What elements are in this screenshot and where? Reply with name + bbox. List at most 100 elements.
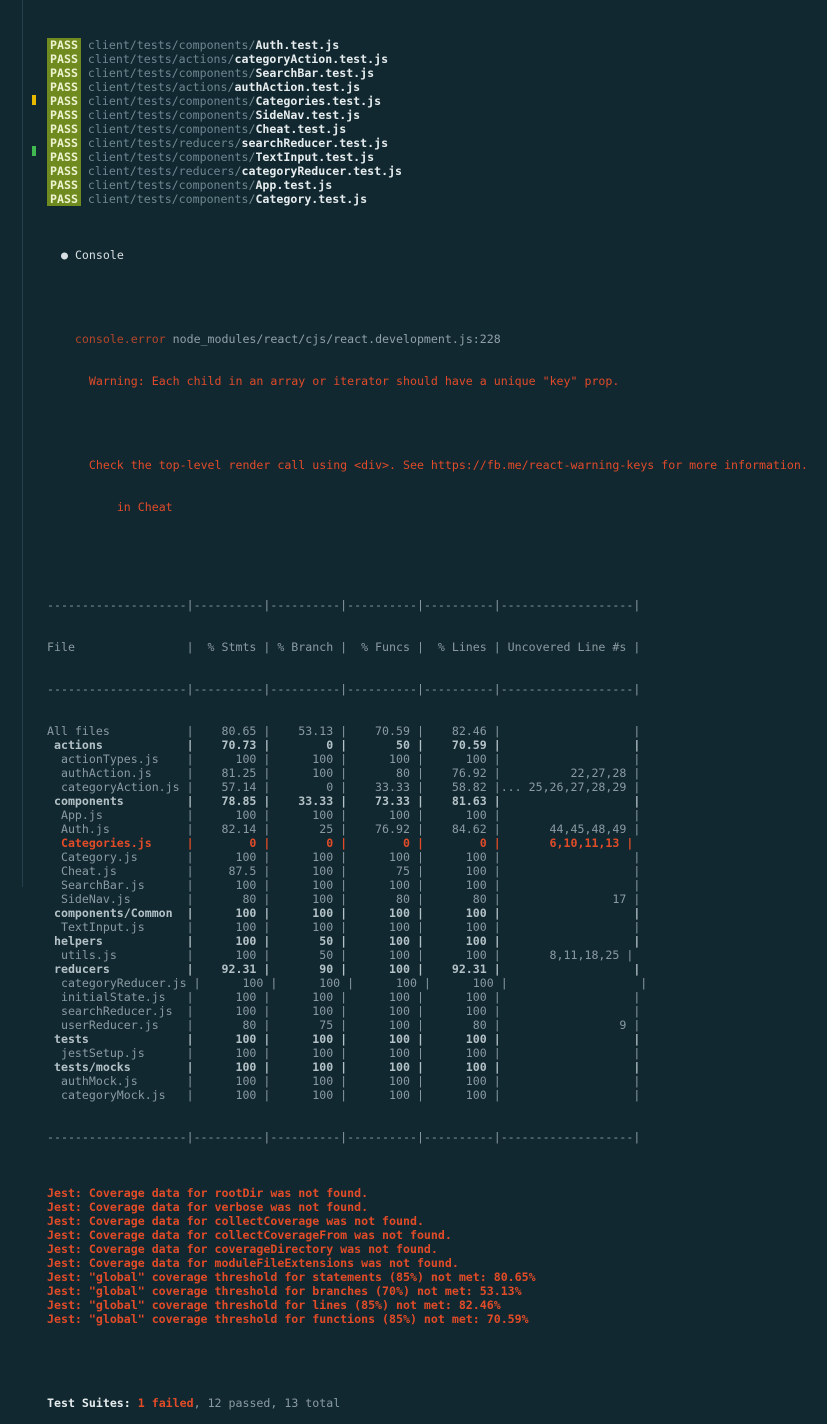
coverage-row: searchReducer.js | 100 | 100 | 100 | 100… <box>47 1004 641 1018</box>
pass-badge: PASS <box>47 164 81 178</box>
warning-text-3: in Cheat <box>116 500 173 514</box>
test-dir: client/tests/components/ <box>87 38 256 52</box>
coverage-row: authMock.js | 100 | 100 | 100 | 100 | | <box>47 1074 641 1088</box>
coverage-row: Categories.js | 0 | 0 | 0 | 0 | 6,10,11,… <box>47 836 634 850</box>
coverage-row: SideNav.js | 80 | 100 | 80 | 80 | 17 | <box>47 892 641 906</box>
coverage-row: SearchBar.js | 100 | 100 | 100 | 100 | | <box>47 878 641 892</box>
pass-badge: PASS <box>47 108 81 122</box>
bullet-icon: ● <box>60 248 68 262</box>
coverage-header: File | % Stmts | % Branch | % Funcs | % … <box>47 640 641 654</box>
pass-badge: PASS <box>47 150 81 164</box>
test-result-row: PASS client/tests/actions/authAction.test… <box>47 80 808 94</box>
test-result-row: PASS client/tests/components/SearchBar.te… <box>47 66 808 80</box>
coverage-separator: --------------------|----------|--------… <box>47 598 641 612</box>
console-error-path: node_modules/react/cjs/react.development… <box>172 332 501 346</box>
test-file: SideNav.test.js <box>255 108 361 122</box>
coverage-row: helpers | 100 | 50 | 100 | 100 | | <box>47 934 641 948</box>
coverage-row: jestSetup.js | 100 | 100 | 100 | 100 | | <box>47 1046 641 1060</box>
test-file: Categories.test.js <box>255 94 382 108</box>
coverage-row: tests | 100 | 100 | 100 | 100 | | <box>47 1032 641 1046</box>
test-file: SearchBar.test.js <box>255 66 375 80</box>
coverage-row: Cheat.js | 87.5 | 100 | 75 | 100 | | <box>47 864 641 878</box>
coverage-row: categoryReducer.js | 100 | 100 | 100 | 1… <box>47 976 648 990</box>
coverage-separator: --------------------|----------|--------… <box>47 682 641 696</box>
coverage-row: App.js | 100 | 100 | 100 | 100 | | <box>47 808 641 822</box>
test-dir: client/tests/components/ <box>87 122 256 136</box>
coverage-row: utils.js | 100 | 50 | 100 | 100 | 8,11,1… <box>47 948 634 962</box>
test-result-row: PASS client/tests/reducers/categoryReduce… <box>47 164 808 178</box>
test-file: searchReducer.test.js <box>241 136 389 150</box>
test-file: Category.test.js <box>255 192 368 206</box>
gutter-marker-yellow <box>32 95 36 105</box>
jest-message: Jest: Coverage data for collectCoverageF… <box>47 1228 452 1242</box>
test-dir: client/tests/components/ <box>87 66 256 80</box>
warning-text-1: Warning: Each child in an array or itera… <box>88 374 620 388</box>
pass-badge: PASS <box>47 80 81 94</box>
coverage-row: components/Common | 100 | 100 | 100 | 10… <box>47 906 641 920</box>
jest-message: Jest: Coverage data for coverageDirector… <box>47 1242 438 1256</box>
coverage-row: components | 78.85 | 33.33 | 73.33 | 81.… <box>47 794 641 808</box>
coverage-row: actionTypes.js | 100 | 100 | 100 | 100 |… <box>47 752 641 766</box>
test-dir: client/tests/components/ <box>87 178 256 192</box>
warning-line-2: Check the top-level render call using <d… <box>47 458 808 472</box>
pass-badge: PASS <box>47 66 81 80</box>
test-dir: client/tests/components/ <box>87 150 256 164</box>
coverage-row: tests/mocks | 100 | 100 | 100 | 100 | | <box>47 1060 641 1074</box>
coverage-row: Category.js | 100 | 100 | 100 | 100 | | <box>47 850 641 864</box>
test-dir: client/tests/components/ <box>87 108 256 122</box>
summary-passed: 12 passed <box>207 1396 271 1410</box>
test-dir: client/tests/actions/ <box>87 52 235 66</box>
console-error-label: console.error <box>74 332 166 346</box>
pass-badge: PASS <box>47 38 81 52</box>
coverage-row: reducers | 92.31 | 90 | 100 | 92.31 | | <box>47 962 641 976</box>
jest-message: Jest: "global" coverage threshold for st… <box>47 1270 536 1284</box>
test-file: authAction.test.js <box>234 80 361 94</box>
test-dir: client/tests/actions/ <box>87 80 235 94</box>
warning-line-1: Warning: Each child in an array or itera… <box>47 374 808 388</box>
console-heading: ● Console <box>47 248 808 262</box>
coverage-row: initialState.js | 100 | 100 | 100 | 100 … <box>47 990 641 1004</box>
pass-badge: PASS <box>47 192 81 206</box>
coverage-row: categoryAction.js | 57.14 | 0 | 33.33 | … <box>47 780 641 794</box>
test-dir: client/tests/reducers/ <box>87 164 242 178</box>
gutter-marker-green <box>32 146 36 156</box>
jest-message: Jest: Coverage data for rootDir was not … <box>47 1186 369 1200</box>
coverage-separator: --------------------|----------|--------… <box>47 1130 641 1144</box>
coverage-row: categoryMock.js | 100 | 100 | 100 | 100 … <box>47 1088 641 1102</box>
test-result-row: PASS client/tests/components/SideNav.test… <box>47 108 808 122</box>
coverage-row: authAction.js | 81.25 | 100 | 80 | 76.92… <box>47 766 641 780</box>
pass-badge: PASS <box>47 178 81 192</box>
test-dir: client/tests/components/ <box>87 192 256 206</box>
pass-badge: PASS <box>47 136 81 150</box>
jest-message: Jest: "global" coverage threshold for li… <box>47 1298 501 1312</box>
coverage-row: actions | 70.73 | 0 | 50 | 70.59 | | <box>47 738 641 752</box>
test-file: Cheat.test.js <box>255 122 347 136</box>
console-label: Console <box>74 248 124 262</box>
test-result-row: PASS client/tests/components/Cheat.test.j… <box>47 122 808 136</box>
test-result-row: PASS client/tests/components/App.test.js <box>47 178 808 192</box>
test-file: App.test.js <box>255 178 333 192</box>
test-results: PASS client/tests/components/Auth.test.js… <box>47 38 808 206</box>
summary-failed: 1 failed <box>137 1396 194 1410</box>
test-file: Auth.test.js <box>255 38 340 52</box>
test-result-row: PASS client/tests/components/Auth.test.js <box>47 38 808 52</box>
test-file: categoryReducer.test.js <box>241 164 403 178</box>
pass-badge: PASS <box>47 52 81 66</box>
warning-text-2: Check the top-level render call using <d… <box>88 458 808 472</box>
warning-line-3: in Cheat <box>47 500 808 514</box>
test-dir: client/tests/components/ <box>87 94 256 108</box>
test-file: categoryAction.test.js <box>234 52 389 66</box>
jest-message: Jest: Coverage data for moduleFileExtens… <box>47 1256 459 1270</box>
console-error-line: console.error node_modules/react/cjs/rea… <box>47 332 808 346</box>
terminal-output: PASS client/tests/components/Auth.test.js… <box>47 10 808 1424</box>
test-dir: client/tests/reducers/ <box>87 136 242 150</box>
jest-message: Jest: Coverage data for collectCoverage … <box>47 1214 424 1228</box>
coverage-row: All files | 80.65 | 53.13 | 70.59 | 82.4… <box>47 724 641 738</box>
test-summary: Test Suites: 1 failed, 12 passed, 13 tot… <box>47 1396 341 1410</box>
summary-label: Test Suites: <box>47 1396 131 1410</box>
test-file: TextInput.test.js <box>255 150 375 164</box>
summary-total: 13 total <box>284 1396 341 1410</box>
coverage-row: TextInput.js | 100 | 100 | 100 | 100 | | <box>47 920 641 934</box>
test-result-row: PASS client/tests/reducers/searchReducer.… <box>47 136 808 150</box>
test-result-row: PASS client/tests/components/Category.tes… <box>47 192 808 206</box>
